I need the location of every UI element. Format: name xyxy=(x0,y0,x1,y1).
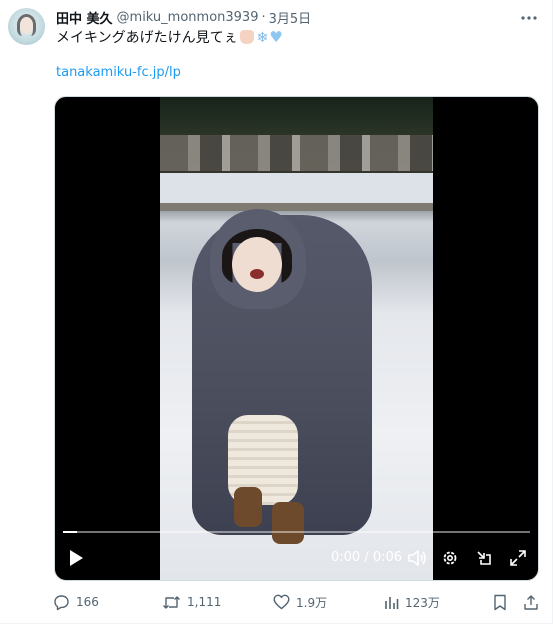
bookmark-icon xyxy=(494,594,506,610)
tweet-link[interactable]: tanakamiku-fc.jp/lp xyxy=(56,65,181,80)
fullscreen-button[interactable] xyxy=(507,547,529,569)
action-bar: 166 1,111 1.9万 123万 xyxy=(50,590,540,614)
video-progress-fill xyxy=(63,531,77,533)
video-controls: 0:00 / 0:06 xyxy=(55,543,538,573)
play-button[interactable] xyxy=(65,547,87,569)
avatar-face xyxy=(20,17,33,34)
like-button[interactable]: 1.9万 xyxy=(273,592,327,612)
video-face xyxy=(232,237,282,292)
video-snowfield xyxy=(160,173,433,205)
video-player[interactable]: 0:00 / 0:06 xyxy=(54,96,539,581)
gear-icon xyxy=(443,551,457,565)
views-button[interactable]: 123万 xyxy=(384,592,440,612)
tweet-date[interactable]: 3月5日 xyxy=(269,8,312,27)
video-hills xyxy=(160,97,433,137)
settings-button[interactable] xyxy=(439,547,461,569)
author-name[interactable]: 田中 美久 xyxy=(56,8,113,27)
tweet-card[interactable]: 田中 美久 @miku_monmon3939 · 3月5日 メイキングあげたけん… xyxy=(0,0,553,624)
tweet-text: メイキングあげたけん見てぇ xyxy=(56,30,238,46)
volume-button[interactable] xyxy=(406,547,428,569)
views-count: 123万 xyxy=(405,595,440,610)
reply-icon xyxy=(54,594,69,610)
video-boot-right xyxy=(272,502,304,544)
retweet-count: 1,111 xyxy=(187,595,222,609)
reply-button[interactable]: 166 xyxy=(53,592,99,612)
tweet-text-block: メイキングあげたけん見てぇ ❄♥ xyxy=(56,28,283,47)
video-houses xyxy=(160,135,433,171)
video-mouth xyxy=(250,269,264,279)
speaker-icon xyxy=(408,550,426,566)
separator-dot: · xyxy=(261,9,266,25)
expand-icon xyxy=(510,550,526,566)
author-handle[interactable]: @miku_monmon3939 xyxy=(117,10,259,25)
video-treeline xyxy=(160,203,433,211)
more-horizontal-icon xyxy=(521,16,537,20)
snowflake-emoji-icon: ❄ xyxy=(256,30,269,46)
video-progress-bar[interactable] xyxy=(63,531,530,533)
retweet-icon xyxy=(163,595,180,609)
bookmark-button[interactable] xyxy=(493,592,507,612)
reply-count: 166 xyxy=(76,595,99,609)
video-boot-left xyxy=(234,487,262,527)
video-time: 0:00 / 0:06 xyxy=(331,550,403,565)
share-button[interactable] xyxy=(523,592,539,612)
bar-chart-icon xyxy=(385,596,399,609)
play-icon xyxy=(70,550,83,566)
more-options-button[interactable] xyxy=(520,9,538,31)
blue-heart-emoji-icon: ♥ xyxy=(269,28,283,46)
like-count: 1.9万 xyxy=(296,595,328,610)
video-frame[interactable] xyxy=(160,97,433,580)
dock-button[interactable] xyxy=(473,547,495,569)
retweet-button[interactable]: 1,111 xyxy=(162,592,221,612)
tweet-header: 田中 美久 @miku_monmon3939 · 3月5日 xyxy=(56,8,312,27)
dock-icon xyxy=(477,551,491,565)
pointing-hand-emoji-icon xyxy=(239,30,254,44)
avatar[interactable] xyxy=(8,8,45,45)
share-icon xyxy=(524,594,538,610)
heart-icon xyxy=(273,594,290,610)
